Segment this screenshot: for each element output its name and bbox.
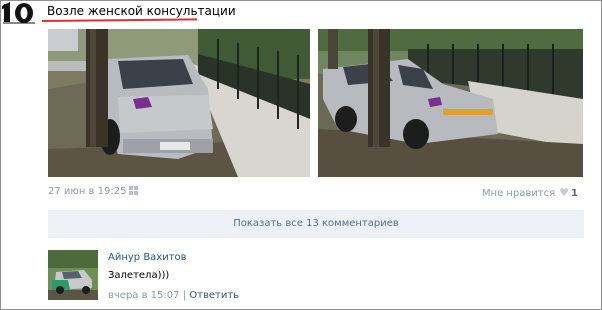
comment-meta: вчера в 15:07 | Ответить: [108, 290, 239, 301]
like-count: 1: [571, 188, 578, 199]
heart-icon: ♥: [559, 186, 570, 199]
number-10-logo-icon: [2, 0, 36, 24]
comment-text: Залетела))): [108, 270, 170, 281]
like-label: Мне нравится: [481, 188, 556, 199]
post-date[interactable]: 27 июн в 19:25: [48, 186, 139, 198]
windows-icon: [129, 186, 139, 198]
reply-link[interactable]: Ответить: [189, 290, 239, 301]
comment-separator: |: [182, 290, 187, 301]
post-photo-2[interactable]: [318, 29, 583, 177]
post-date-text: 27 июн в 19:25: [48, 186, 127, 197]
show-all-comments-button[interactable]: Показать все 13 комментариев: [48, 210, 584, 238]
comment-timestamp[interactable]: вчера в 15:07: [108, 290, 180, 301]
post-photo-1[interactable]: [48, 29, 310, 177]
like-button[interactable]: Мне нравится ♥ 1: [482, 186, 578, 199]
avatar[interactable]: [48, 250, 98, 300]
post-title: Возле женской консультации: [47, 4, 236, 18]
comment-author[interactable]: Айнур Вахитов: [108, 252, 187, 263]
